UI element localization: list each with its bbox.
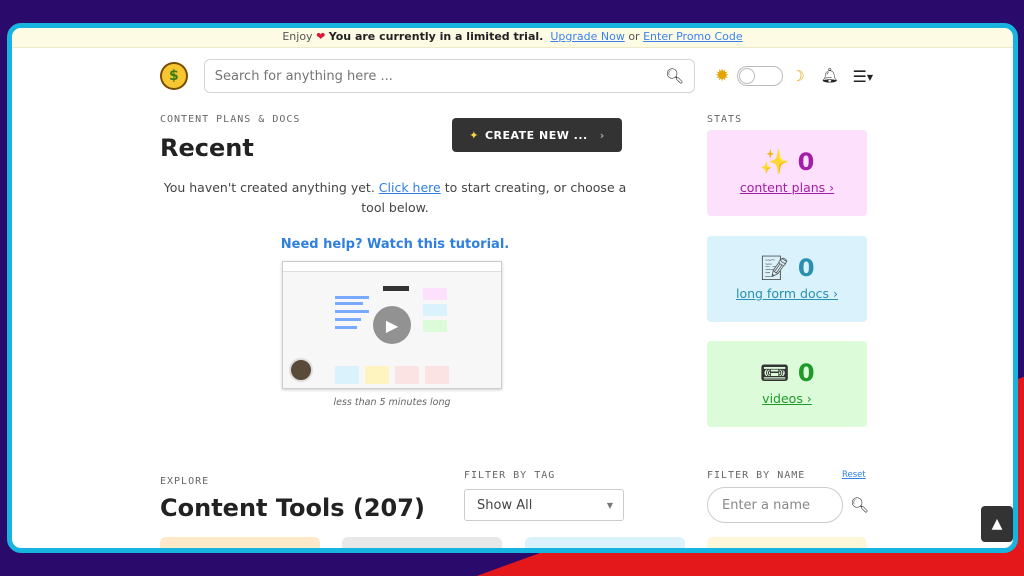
trial-message: You are currently in a limited trial. — [328, 30, 544, 43]
content-tools-title: Content Tools (207) — [160, 494, 425, 522]
reset-link[interactable]: Reset — [842, 470, 866, 480]
sun-icon: ✹ — [715, 66, 730, 86]
thumbnail-line — [335, 326, 357, 329]
thumbnail-card — [365, 366, 389, 384]
caret-down-icon: ▼ — [606, 500, 613, 510]
filter-tag-value: Show All — [477, 497, 533, 513]
sparkle-icon: ✦ — [469, 128, 479, 142]
thumbnail-card — [395, 366, 419, 384]
videos-link[interactable]: videos › — [707, 391, 867, 406]
name-placeholder: Enter a name — [722, 497, 810, 513]
thumbnail-stat — [423, 304, 447, 316]
tool-card[interactable] — [707, 537, 867, 548]
thumbnail-line — [335, 302, 363, 305]
click-here-link[interactable]: Click here — [379, 180, 441, 195]
thumbnail-browser-bar — [283, 262, 501, 272]
trial-prefix: Enjoy — [282, 30, 313, 43]
thumbnail-stat — [423, 320, 447, 332]
video-caption: less than 5 minutes long — [333, 397, 451, 408]
sparkles-icon: ✨ — [759, 148, 790, 176]
tool-card[interactable] — [525, 537, 685, 548]
create-new-button[interactable]: ✦ CREATE NEW ... › — [452, 118, 622, 152]
search-bar[interactable]: 🔍︎ — [203, 59, 696, 93]
header: $ 🔍︎ ✹ ☽ 🔔︎ ☰▼ — [160, 58, 873, 94]
stat-card-long-form-docs: 📝︎ 0 long form docs › — [707, 236, 867, 322]
heart-icon: ❤ — [316, 30, 326, 43]
theme-toggle[interactable] — [737, 66, 784, 86]
stat-card-videos: 📼︎ 0 videos › — [707, 341, 867, 427]
money-face-logo-icon[interactable]: $ — [160, 62, 188, 90]
moon-icon: ☽ — [791, 67, 805, 85]
browser-frame: Enjoy ❤ You are currently in a limited t… — [7, 23, 1018, 553]
filter-by-name-label: FILTER BY NAME — [707, 470, 806, 481]
search-icon[interactable]: 🔍︎ — [665, 67, 684, 85]
presenter-avatar — [289, 358, 313, 382]
memo-icon: 📝︎ — [759, 254, 790, 282]
thumbnail-button — [383, 286, 409, 291]
header-icons: ✹ ☽ 🔔︎ ☰▼ — [715, 66, 873, 86]
stat-card-content-plans: ✨ 0 content plans › — [707, 130, 867, 216]
search-icon[interactable]: 🔍︎ — [850, 496, 869, 514]
toggle-knob — [739, 68, 756, 84]
filter-tag-select[interactable]: Show All ▼ — [464, 489, 624, 521]
content-plans-link[interactable]: content plans › — [707, 180, 867, 195]
thumbnail-line — [335, 296, 369, 299]
empty-state-text: You haven't created anything yet. Click … — [160, 178, 630, 218]
thumbnail-line — [335, 310, 369, 313]
recent-title: Recent — [160, 134, 254, 162]
explore-label: EXPLORE — [160, 476, 210, 487]
play-icon[interactable]: ▶ — [373, 306, 411, 344]
upgrade-now-link[interactable]: Upgrade Now — [550, 30, 624, 43]
stats-label: STATS — [707, 114, 743, 125]
name-filter-input[interactable]: Enter a name — [707, 487, 843, 523]
video-camera-icon: 📼︎ — [759, 359, 790, 387]
create-new-label: CREATE NEW ... — [484, 128, 588, 142]
hamburger-menu-icon[interactable]: ☰▼ — [853, 67, 874, 86]
thumbnail-card — [335, 366, 359, 384]
long-form-docs-link[interactable]: long form docs › — [707, 286, 867, 301]
trial-banner: Enjoy ❤ You are currently in a limited t… — [12, 28, 1013, 48]
tutorial-video-thumbnail[interactable]: ▶ — [282, 261, 502, 389]
content-plans-count: 0 — [797, 148, 815, 176]
videos-count: 0 — [797, 359, 815, 387]
chevron-up-icon: ▲ — [991, 516, 1003, 532]
empty-before: You haven't created anything yet. — [163, 180, 375, 195]
bell-icon[interactable]: 🔔︎ — [821, 68, 839, 84]
thumbnail-stat — [423, 288, 447, 300]
filter-by-tag-label: FILTER BY TAG — [464, 470, 556, 481]
scroll-to-top-button[interactable]: ▲ — [981, 506, 1013, 542]
thumbnail-card — [425, 366, 449, 384]
tutorial-link[interactable]: Need help? Watch this tutorial. — [160, 237, 630, 252]
trial-or: or — [628, 30, 640, 43]
promo-code-link[interactable]: Enter Promo Code — [643, 30, 743, 43]
search-input[interactable] — [214, 68, 665, 84]
thumbnail-line — [335, 318, 361, 321]
tool-card[interactable] — [342, 537, 502, 548]
content-plans-docs-label: CONTENT PLANS & DOCS — [160, 114, 301, 125]
tool-card[interactable] — [160, 537, 320, 548]
chevron-right-icon: › — [599, 128, 605, 142]
long-form-docs-count: 0 — [797, 254, 815, 282]
